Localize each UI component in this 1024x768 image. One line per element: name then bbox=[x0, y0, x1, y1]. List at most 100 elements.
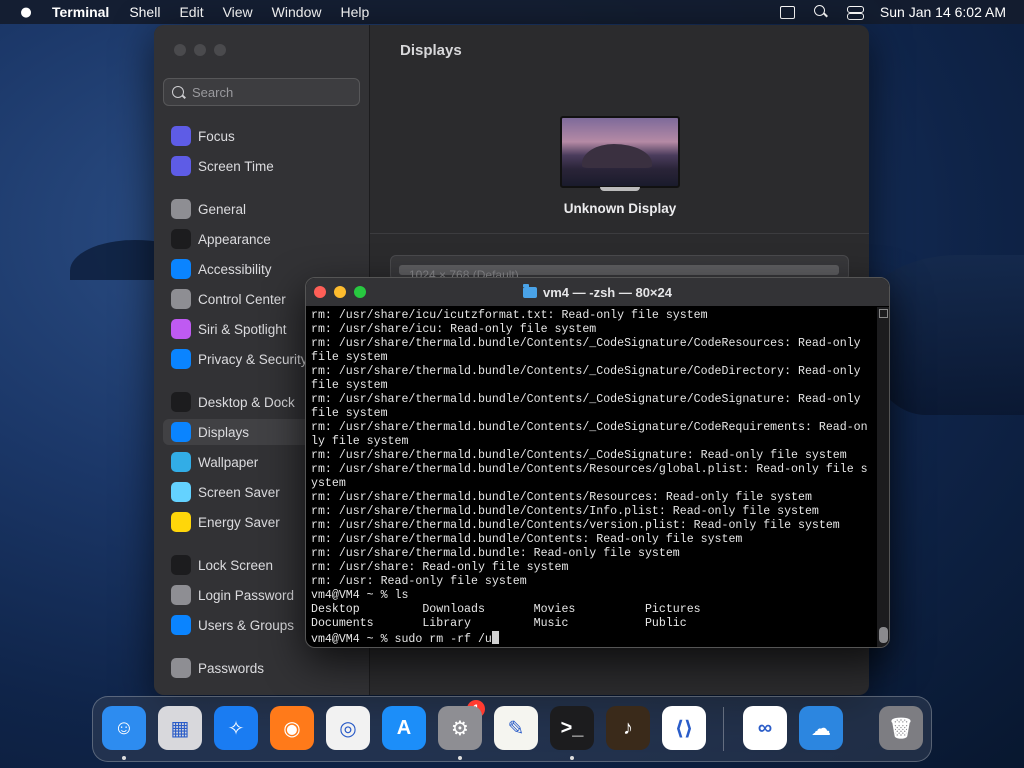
sidebar-item-icon bbox=[171, 199, 191, 219]
terminal-line: rm: /usr/share/thermald.bundle/Contents/… bbox=[311, 365, 861, 378]
sidebar-item-icon bbox=[171, 512, 191, 532]
trash-icon[interactable]: 🗑 bbox=[879, 706, 923, 750]
search-icon bbox=[172, 86, 184, 98]
menu-bar: ● Terminal Shell Edit View Window Help S… bbox=[0, 0, 1024, 24]
sidebar-item[interactable]: Focus bbox=[163, 123, 361, 149]
close-button[interactable] bbox=[314, 286, 326, 298]
terminal-line: rm: /usr/share/thermald.bundle: Read-onl… bbox=[311, 547, 680, 560]
spotlight-search-icon[interactable] bbox=[812, 5, 830, 19]
sidebar-item-label: Focus bbox=[198, 128, 235, 144]
menu-shell[interactable]: Shell bbox=[129, 4, 160, 20]
sidebar-item-icon bbox=[171, 289, 191, 309]
settings-search[interactable] bbox=[163, 78, 360, 106]
sidebar-item-icon bbox=[171, 422, 191, 442]
sidebar-item-icon bbox=[171, 392, 191, 412]
sidebar-item-icon bbox=[171, 555, 191, 575]
firefox-icon[interactable]: ◉ bbox=[270, 706, 314, 750]
scroll-up-icon[interactable] bbox=[879, 309, 888, 318]
app-store-icon[interactable]: A bbox=[382, 706, 426, 750]
sidebar-item-icon bbox=[171, 156, 191, 176]
sidebar-item[interactable]: Appearance bbox=[163, 226, 361, 252]
terminal-line: vm4@VM4 ~ % ls bbox=[311, 589, 409, 602]
textedit-icon[interactable]: ✎ bbox=[494, 706, 538, 750]
sidebar-item-label: Screen Time bbox=[198, 158, 274, 174]
stage-manager-icon[interactable] bbox=[778, 5, 796, 19]
sidebar-item-icon bbox=[171, 482, 191, 502]
menu-app-name[interactable]: Terminal bbox=[52, 4, 109, 20]
terminal-line: ly file system bbox=[311, 435, 409, 448]
terminal-line: ystem bbox=[311, 477, 346, 490]
terminal-line: file system bbox=[311, 379, 388, 392]
terminal-line: rm: /usr/share/thermald.bundle/Contents/… bbox=[311, 393, 861, 406]
visual-studio-icon[interactable]: ∞ bbox=[743, 706, 787, 750]
sidebar-item-icon bbox=[171, 658, 191, 678]
menu-view[interactable]: View bbox=[223, 4, 253, 20]
terminal-scrollbar[interactable] bbox=[877, 307, 889, 647]
finder-icon[interactable]: ☺ bbox=[102, 706, 146, 750]
zoom-button[interactable] bbox=[354, 286, 366, 298]
sidebar-item-label: Login Password bbox=[198, 587, 295, 603]
scroll-thumb[interactable] bbox=[879, 627, 888, 643]
settings-search-input[interactable] bbox=[192, 84, 342, 100]
display-stand bbox=[600, 187, 640, 191]
launchpad-icon[interactable]: ▦ bbox=[158, 706, 202, 750]
menu-clock[interactable]: Sun Jan 14 6:02 AM bbox=[880, 4, 1006, 20]
weather-icon[interactable]: ☁ bbox=[799, 706, 843, 750]
close-button[interactable] bbox=[174, 44, 186, 56]
chrome-icon[interactable]: ◎ bbox=[326, 706, 370, 750]
dock-separator bbox=[723, 707, 724, 751]
sidebar-item-label: Energy Saver bbox=[198, 514, 280, 530]
apple-menu-icon[interactable]: ● bbox=[0, 5, 52, 20]
control-center-icon[interactable] bbox=[846, 5, 864, 20]
terminal-line: rm: /usr/share/thermald.bundle/Contents/… bbox=[311, 463, 868, 476]
settings-window-controls bbox=[174, 44, 226, 56]
garageband-icon[interactable]: ♪ bbox=[606, 706, 650, 750]
sidebar-item-label: Appearance bbox=[198, 231, 271, 247]
sidebar-item-label: Privacy & Security bbox=[198, 351, 308, 367]
running-indicator bbox=[570, 756, 574, 760]
sidebar-item-label: Siri & Spotlight bbox=[198, 321, 287, 337]
page-title: Displays bbox=[400, 42, 462, 59]
divider bbox=[370, 233, 869, 234]
minimize-button[interactable] bbox=[194, 44, 206, 56]
folder-icon bbox=[523, 283, 537, 298]
terminal-line: rm: /usr/share/thermald.bundle/Contents/… bbox=[311, 505, 819, 518]
terminal-prompt-line: vm4@VM4 ~ % sudo rm -rf /u bbox=[311, 631, 873, 645]
terminal-line: rm: /usr/share/thermald.bundle/Contents:… bbox=[311, 533, 743, 546]
terminal-line: Desktop Downloads Movies Pictures bbox=[311, 603, 701, 616]
sidebar-item[interactable]: Screen Time bbox=[163, 153, 361, 179]
sidebar-item-label: Passwords bbox=[198, 660, 265, 676]
sidebar-item[interactable]: General bbox=[163, 196, 361, 222]
sidebar-item-icon bbox=[171, 349, 191, 369]
sidebar-item-label: Screen Saver bbox=[198, 484, 280, 500]
sidebar-item-label: Lock Screen bbox=[198, 557, 274, 573]
sidebar-item-icon bbox=[171, 319, 191, 339]
sidebar-item-label: Desktop & Dock bbox=[198, 394, 295, 410]
sidebar-item-icon bbox=[171, 452, 191, 472]
text-cursor bbox=[491, 631, 499, 644]
terminal-line: rm: /usr/share/thermald.bundle/Contents/… bbox=[311, 519, 840, 532]
sidebar-item[interactable]: Passwords bbox=[163, 655, 361, 681]
running-indicator bbox=[458, 756, 462, 760]
running-indicator bbox=[122, 756, 126, 760]
menu-edit[interactable]: Edit bbox=[179, 4, 203, 20]
vscode-icon[interactable]: ⟨⟩ bbox=[662, 706, 706, 750]
sidebar-item-icon bbox=[171, 229, 191, 249]
safari-icon[interactable]: ✧ bbox=[214, 706, 258, 750]
terminal-line: rm: /usr/share/icu: Read-only file syste… bbox=[311, 323, 597, 336]
terminal-window: vm4 — -zsh — 80×24 rm: /usr/share/icu/ic… bbox=[305, 277, 890, 648]
system-settings-icon[interactable]: ⚙ bbox=[438, 706, 482, 750]
minimize-button[interactable] bbox=[334, 286, 346, 298]
sidebar-item-icon bbox=[171, 126, 191, 146]
sidebar-item-label: Accessibility bbox=[198, 261, 272, 277]
terminal-output[interactable]: rm: /usr/share/icu/icutzformat.txt: Read… bbox=[311, 309, 873, 645]
menu-window[interactable]: Window bbox=[272, 4, 322, 20]
menu-help[interactable]: Help bbox=[340, 4, 369, 20]
sidebar-item-label: General bbox=[198, 201, 247, 217]
sidebar-item-label: Control Center bbox=[198, 291, 286, 307]
terminal-icon[interactable]: >_ bbox=[550, 706, 594, 750]
terminal-prompt: vm4@VM4 ~ % sudo rm -rf /u bbox=[311, 633, 492, 645]
zoom-button[interactable] bbox=[214, 44, 226, 56]
sidebar-item-icon bbox=[171, 615, 191, 635]
terminal-titlebar[interactable]: vm4 — -zsh — 80×24 bbox=[306, 278, 889, 306]
